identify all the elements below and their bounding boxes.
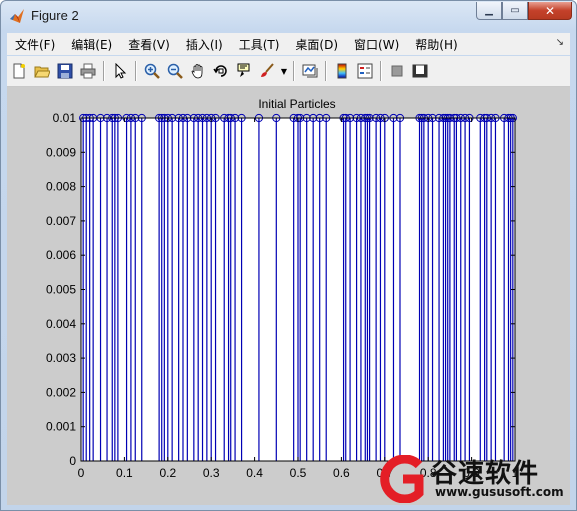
- zoom-in-icon: [144, 63, 160, 79]
- rotate-3d-icon: [213, 65, 227, 77]
- title-bar[interactable]: Figure 2 ▁ ▭ ✕: [1, 1, 576, 31]
- toolbar-separator: [135, 61, 136, 81]
- x-tick-label: 0.5: [290, 466, 307, 480]
- matlab-icon: [10, 9, 24, 23]
- toolbar-separator: [380, 61, 381, 81]
- figure-toolbar: ▼: [7, 56, 570, 87]
- pan-button[interactable]: [187, 60, 209, 82]
- new-figure-button[interactable]: [8, 60, 30, 82]
- toolbar-separator: [103, 61, 104, 81]
- x-tick-label: 0.2: [159, 466, 176, 480]
- menu-insert[interactable]: 插入(I): [178, 36, 231, 53]
- brush-dropdown-button[interactable]: ▼: [279, 60, 289, 82]
- toolbar-separator: [293, 61, 294, 81]
- data-cursor-button[interactable]: [233, 60, 255, 82]
- menu-desktop[interactable]: 桌面(D): [287, 36, 346, 53]
- menu-help[interactable]: 帮助(H): [407, 36, 465, 53]
- show-plot-tools-button[interactable]: [409, 60, 431, 82]
- y-tick-label: 0.001: [46, 420, 76, 434]
- save-button[interactable]: [54, 60, 76, 82]
- rotate-3d-button[interactable]: [210, 60, 232, 82]
- menu-view[interactable]: 查看(V): [120, 36, 178, 53]
- stem-plot[interactable]: 0 0.001 0.002 0.003 0.004 0.005 0.006 0.007 0.00…: [7, 87, 570, 505]
- chart-title: Initial Particles: [258, 97, 335, 111]
- window-title: Figure 2: [31, 8, 79, 23]
- zoom-out-icon: [167, 63, 183, 79]
- edit-plot-arrow-icon: [115, 63, 127, 79]
- y-tick-label: 0.006: [46, 248, 76, 262]
- data-cursor-icon: [237, 63, 250, 77]
- y-tick-label: 0.008: [46, 180, 76, 194]
- gususoft-logo: [380, 455, 424, 503]
- zoom-in-button[interactable]: [141, 60, 163, 82]
- y-tick-label: 0.003: [46, 351, 76, 365]
- menu-bar: 文件(F) 编辑(E) 查看(V) 插入(I) 工具(T) 桌面(D) 窗口(W…: [7, 33, 570, 55]
- y-tick-label: 0.009: [46, 145, 76, 159]
- edit-plot-button[interactable]: [109, 60, 131, 82]
- link-plot-icon: [302, 64, 318, 78]
- x-tick-label: 0.1: [116, 466, 133, 480]
- colorbar-icon: [337, 63, 347, 79]
- open-folder-icon: [34, 66, 50, 78]
- brush-icon: [261, 63, 274, 77]
- brush-button[interactable]: [256, 60, 278, 82]
- show-plot-tools-icon: [412, 64, 428, 78]
- zoom-out-button[interactable]: [164, 60, 186, 82]
- pan-hand-icon: [191, 64, 203, 79]
- menu-tools[interactable]: 工具(T): [231, 36, 288, 53]
- save-icon: [57, 63, 73, 79]
- x-tick-label: 0: [78, 466, 85, 480]
- print-icon: [80, 63, 96, 79]
- y-tick-label: 0: [69, 454, 76, 468]
- legend-button[interactable]: [354, 60, 376, 82]
- hide-plot-tools-button[interactable]: [386, 60, 408, 82]
- colorbar-button[interactable]: [331, 60, 353, 82]
- x-tick-label: 0.4: [246, 466, 263, 480]
- y-tick-label: 0.002: [46, 385, 76, 399]
- menu-edit[interactable]: 编辑(E): [63, 36, 120, 53]
- menu-file[interactable]: 文件(F): [7, 36, 63, 53]
- x-tick-label: 0.3: [203, 466, 220, 480]
- link-plot-button[interactable]: [299, 60, 321, 82]
- print-button[interactable]: [77, 60, 99, 82]
- maximize-button[interactable]: ▭: [502, 2, 528, 20]
- close-icon: ✕: [544, 3, 556, 18]
- close-button[interactable]: ✕: [528, 2, 572, 20]
- menu-dock-arrow-icon[interactable]: ↘: [556, 37, 564, 48]
- open-button[interactable]: [31, 60, 53, 82]
- minimize-button[interactable]: ▁: [476, 2, 502, 20]
- y-tick-label: 0.005: [46, 283, 76, 297]
- menu-window[interactable]: 窗口(W): [346, 36, 407, 53]
- x-tick-label: 0.6: [333, 466, 350, 480]
- figure-window: Figure 2 ▁ ▭ ✕ 文件(F) 编辑(E) 查看(V) 插入(I) 工…: [0, 0, 577, 511]
- new-figure-icon: [13, 63, 25, 79]
- y-tick-label: 0.007: [46, 214, 76, 228]
- minimize-icon: ▁: [485, 5, 493, 16]
- watermark-url: www.gususoft.com: [435, 485, 564, 499]
- dropdown-arrow-icon: ▼: [280, 66, 288, 76]
- gususoft-watermark: 谷速软件 www.gususoft.com: [379, 453, 570, 505]
- legend-icon: [357, 63, 373, 79]
- toolbar-separator: [325, 61, 326, 81]
- maximize-icon: ▭: [510, 5, 520, 16]
- figure-canvas[interactable]: 0 0.001 0.002 0.003 0.004 0.005 0.006 0.007 0.00…: [7, 87, 570, 505]
- y-tick-label: 0.01: [53, 111, 77, 125]
- y-tick-label: 0.004: [46, 317, 76, 331]
- hide-plot-tools-icon: [391, 65, 403, 77]
